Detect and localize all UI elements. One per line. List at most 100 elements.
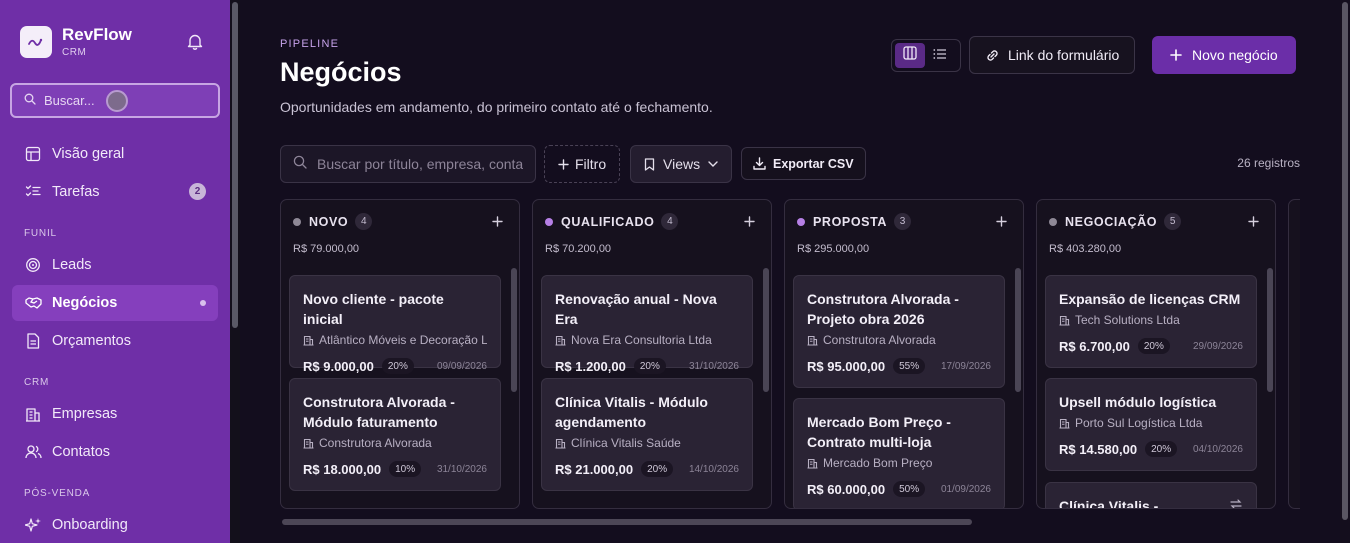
deal-search-input[interactable]: [317, 156, 523, 172]
deal-card[interactable]: Expansão de licenças CRM Tech Solutions L…: [1045, 275, 1257, 368]
bell-icon[interactable]: [187, 33, 203, 55]
deal-card[interactable]: Upsell módulo logística Porto Sul Logísti…: [1045, 378, 1257, 471]
deal-card[interactable]: Mercado Bom Preço - Contrato multi-loja M…: [793, 398, 1005, 508]
sidebar-item-label: Leads: [52, 257, 92, 273]
deal-card[interactable]: Renovação anual - Nova Era Nova Era Consu…: [541, 275, 753, 374]
tasks-badge: 2: [189, 183, 206, 200]
page-subtitle: Oportunidades em andamento, do primeiro …: [280, 99, 713, 115]
deal-card[interactable]: Novo cliente - pacote inicial Atlântico M…: [289, 275, 501, 374]
export-csv-button[interactable]: Exportar CSV: [741, 147, 866, 180]
column-status-dot: [545, 217, 553, 226]
plus-icon: [558, 158, 569, 170]
board-horizontal-scrollbar[interactable]: [282, 519, 972, 525]
deal-company-name: Mercado Bom Preço: [823, 456, 933, 470]
brand-sub: CRM: [62, 47, 87, 58]
column-name: NOVO: [309, 214, 349, 229]
filter-button[interactable]: Filtro: [544, 145, 621, 183]
column-header: PROPOSTA 3: [797, 213, 912, 230]
column-name: NEGOCIAÇÃO: [1065, 214, 1158, 229]
deal-title: Construtora Alvorada - Projeto obra 2026: [807, 291, 959, 327]
search-icon: [293, 155, 307, 174]
deal-company: Tech Solutions Ltda: [1059, 313, 1243, 327]
deal-company: Nova Era Consultoria Ltda: [555, 333, 739, 347]
building-icon: [555, 438, 566, 449]
deal-company-name: Porto Sul Logística Ltda: [1075, 416, 1203, 430]
plus-icon: [1170, 49, 1182, 61]
add-card-button[interactable]: [492, 212, 503, 232]
add-card-button[interactable]: [744, 212, 755, 232]
search-icon: [24, 92, 36, 110]
sidebar-item-contatos[interactable]: Contatos: [12, 434, 218, 470]
deal-company: Clínica Vitalis Saúde: [555, 436, 739, 450]
deal-date: 31/10/2026: [436, 463, 487, 475]
deal-date: 17/09/2026: [940, 360, 991, 372]
sidebar-item-onboarding[interactable]: Onboarding: [12, 507, 218, 543]
deal-search[interactable]: [280, 145, 536, 183]
deal-footer: R$ 95.000,00 55% 17/09/2026: [807, 355, 991, 377]
sidebar-item-label: Onboarding: [52, 517, 128, 533]
kanban-column-next: [1288, 199, 1300, 509]
filter-label: Filtro: [575, 156, 607, 172]
deal-footer: R$ 18.000,00 10% 31/10/2026: [303, 458, 487, 480]
deal-probability: 20%: [633, 358, 666, 374]
sidebar-scrollbar[interactable]: [230, 0, 240, 543]
sidebar-scrollbar-thumb[interactable]: [232, 2, 238, 328]
deal-title: Renovação anual - Nova Era: [555, 291, 717, 327]
sidebar-item-label: Negócios: [52, 295, 118, 311]
sidebar-search[interactable]: [10, 83, 220, 118]
views-dropdown[interactable]: Views: [630, 145, 733, 183]
add-card-button[interactable]: [1248, 212, 1259, 232]
sidebar-item-leads[interactable]: Leads: [12, 247, 218, 283]
logo-icon: [20, 26, 52, 58]
active-dot: [200, 300, 206, 306]
form-link-label: Link do formulário: [1008, 47, 1120, 63]
sidebar-item-negocios[interactable]: Negócios: [12, 285, 218, 321]
deal-title: Construtora Alvorada - Módulo faturament…: [303, 394, 455, 430]
sidebar-item-label: Visão geral: [52, 146, 125, 162]
form-link-button[interactable]: Link do formulário: [969, 36, 1136, 74]
page-scrollbar-thumb[interactable]: [1342, 2, 1348, 520]
column-scrollbar[interactable]: [1267, 268, 1273, 392]
checklist-icon: [24, 183, 42, 201]
deal-date: 14/10/2026: [688, 463, 739, 475]
sidebar-item-empresas[interactable]: Empresas: [12, 396, 218, 432]
deal-probability: 20%: [381, 358, 414, 374]
deal-title: Upsell módulo logística: [1059, 394, 1217, 410]
column-scrollbar[interactable]: [511, 268, 517, 392]
sidebar-item-visao-geral[interactable]: Visão geral: [12, 136, 218, 172]
export-label: Exportar CSV: [773, 156, 854, 171]
add-card-button[interactable]: [996, 212, 1007, 232]
kanban-view-button[interactable]: [895, 43, 925, 68]
column-scrollbar[interactable]: [1015, 268, 1021, 392]
deal-probability: 55%: [893, 358, 926, 374]
sidebar-search-input[interactable]: [44, 93, 104, 108]
column-status-dot: [797, 217, 805, 226]
page-eyebrow: PIPELINE: [280, 38, 340, 50]
column-scrollbar[interactable]: [763, 268, 769, 392]
deal-card[interactable]: Clínica Vitalis -: [1045, 482, 1257, 508]
deal-company-name: Construtora Alvorada: [319, 436, 432, 450]
kanban-column: NOVO 4 R$ 79.000,00 Novo cliente - pacote i…: [280, 199, 520, 509]
column-name: QUALIFICADO: [561, 214, 655, 229]
deal-company: Construtora Alvorada: [303, 436, 487, 450]
page-scrollbar[interactable]: [1340, 0, 1350, 543]
sidebar-item-tarefas[interactable]: Tarefas 2: [12, 174, 218, 210]
views-label: Views: [663, 156, 701, 172]
kanban-column: NEGOCIAÇÃO 5 R$ 403.280,00 Expansão de lice…: [1036, 199, 1276, 509]
deal-title: Clínica Vitalis - Módulo agendamento: [555, 394, 708, 430]
deal-card[interactable]: Clínica Vitalis - Módulo agendamento Clín…: [541, 378, 753, 491]
new-deal-button[interactable]: Novo negócio: [1152, 36, 1296, 74]
deal-footer: R$ 1.200,00 20% 31/10/2026: [555, 355, 739, 377]
brand[interactable]: RevFlow CRM: [20, 26, 132, 58]
swap-icon[interactable]: [1230, 499, 1242, 508]
list-view-button[interactable]: [925, 43, 955, 68]
sidebar-item-orcamentos[interactable]: Orçamentos: [12, 323, 218, 359]
building-icon: [555, 335, 566, 346]
deal-card[interactable]: Construtora Alvorada - Projeto obra 2026…: [793, 275, 1005, 388]
sidebar-item-label: Orçamentos: [52, 333, 131, 349]
section-pos-venda: PÓS-VENDA: [24, 488, 91, 499]
deal-card[interactable]: Construtora Alvorada - Módulo faturament…: [289, 378, 501, 491]
column-count: 5: [1164, 213, 1182, 230]
building-icon: [807, 458, 818, 469]
column-count: 3: [894, 213, 912, 230]
